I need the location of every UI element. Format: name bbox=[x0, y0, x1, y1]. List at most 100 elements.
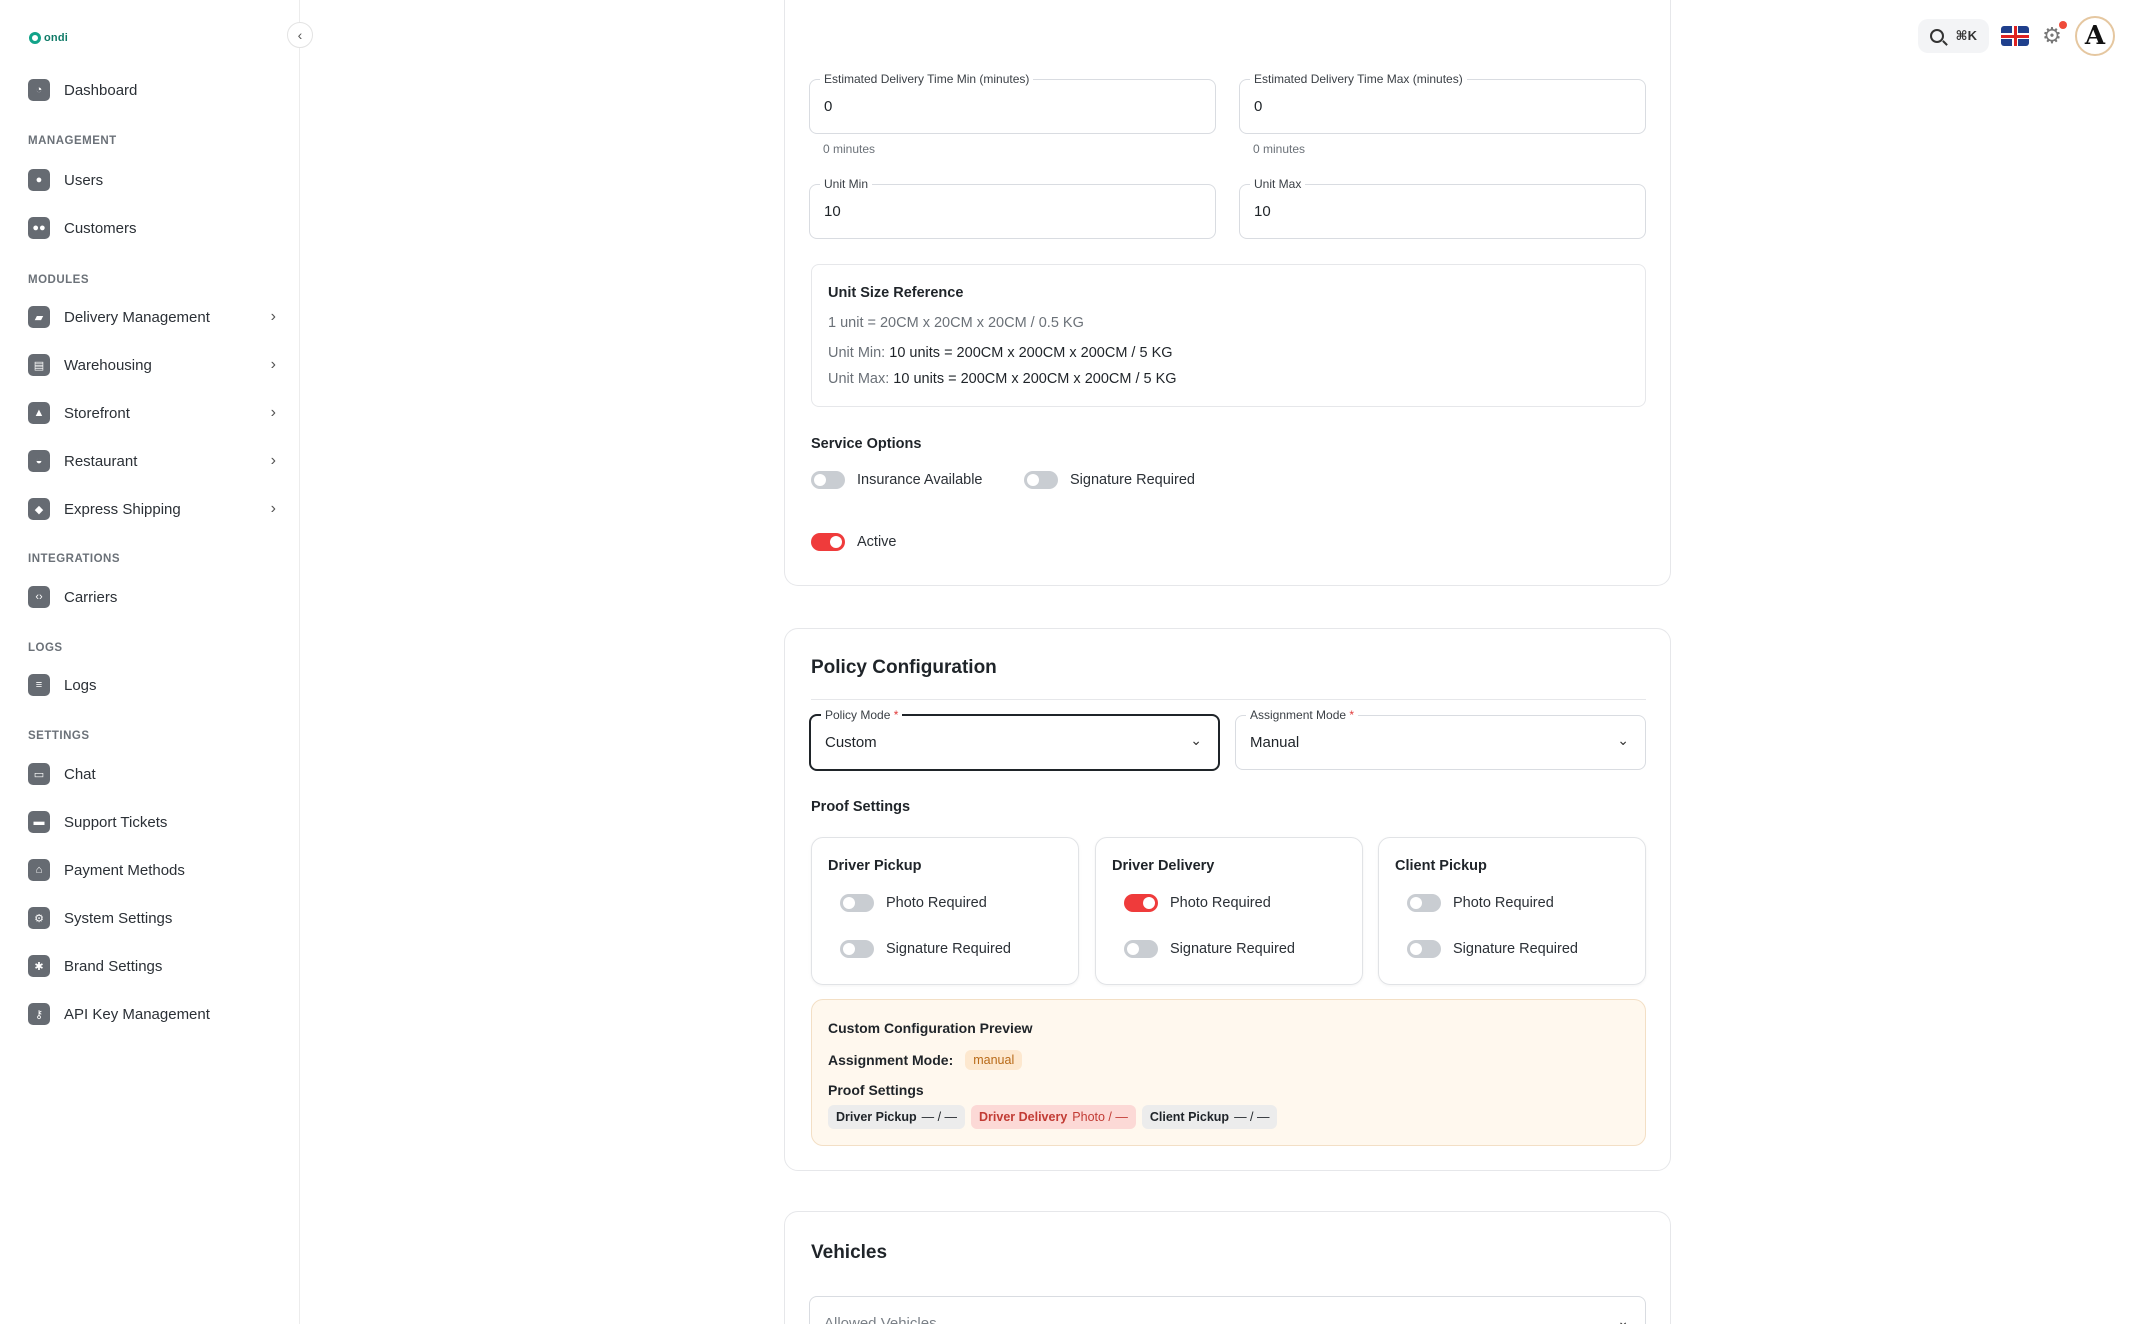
sidebar-item-carriers[interactable]: ‹› Carriers bbox=[28, 581, 278, 613]
photo-toggle-row[interactable]: Photo Required bbox=[1407, 894, 1554, 912]
field-value: Manual bbox=[1250, 734, 1300, 751]
sidebar-item-delivery-management[interactable]: ▰ Delivery Management › bbox=[28, 301, 278, 333]
policy-mode-label: Policy Mode bbox=[825, 708, 891, 722]
chip-driver-pickup: Driver Pickup — / — bbox=[828, 1105, 966, 1129]
field-label: Unit Max bbox=[1250, 177, 1306, 191]
chevron-right-icon: › bbox=[270, 356, 276, 373]
sidebar-item-support-tickets[interactable]: ▬ Support Tickets bbox=[28, 806, 278, 838]
section-management: MANAGEMENT bbox=[28, 135, 117, 147]
proof-settings-title: Proof Settings bbox=[811, 799, 911, 815]
truck-icon: ▰ bbox=[28, 306, 50, 328]
field-label: Estimated Delivery Time Max (minutes) bbox=[1250, 72, 1467, 86]
photo-required-toggle[interactable] bbox=[1407, 894, 1441, 912]
sidebar-item-warehousing[interactable]: ▤ Warehousing › bbox=[28, 349, 278, 381]
active-toggle[interactable] bbox=[811, 533, 845, 551]
uk-flag-icon[interactable] bbox=[2001, 26, 2029, 46]
delivery-min-field[interactable]: Estimated Delivery Time Min (minutes) 0 bbox=[809, 72, 1216, 134]
chevron-right-icon: › bbox=[270, 308, 276, 325]
signature-required-toggle[interactable] bbox=[1124, 940, 1158, 958]
toggle-label: Signature Required bbox=[1070, 472, 1195, 488]
section-modules: MODULES bbox=[28, 274, 89, 286]
signature-toggle-row[interactable]: Signature Required bbox=[1124, 940, 1295, 958]
sidebar-item-label: API Key Management bbox=[64, 1005, 210, 1023]
signature-toggle-row[interactable]: Signature Required bbox=[1024, 471, 1195, 489]
required-mark: * bbox=[893, 708, 899, 722]
insurance-toggle[interactable] bbox=[811, 471, 845, 489]
sidebar-item-payment-methods[interactable]: ⌂ Payment Methods bbox=[28, 854, 278, 886]
toggle-label: Signature Required bbox=[1170, 941, 1295, 957]
reference-min-value: 10 units = 200CM x 200CM x 200CM / 5 KG bbox=[889, 345, 1173, 361]
toggle-label: Photo Required bbox=[1453, 895, 1554, 911]
vehicles-card: Vehicles Allowed Vehicles ⌄ bbox=[784, 1211, 1671, 1324]
sidebar-item-restaurant[interactable]: ◒ Restaurant › bbox=[28, 445, 278, 477]
policy-mode-select[interactable]: Policy Mode * Custom ⌄ bbox=[809, 708, 1220, 771]
chevron-right-icon: › bbox=[270, 452, 276, 469]
chip-value: — / — bbox=[921, 1110, 958, 1124]
search-icon bbox=[1929, 29, 1944, 43]
active-toggle-row[interactable]: Active bbox=[811, 533, 897, 551]
sidebar-item-label: Storefront bbox=[64, 404, 130, 422]
sidebar-item-storefront[interactable]: ▲ Storefront › bbox=[28, 397, 278, 429]
proof-client-pickup: Client Pickup Photo Required Signature R… bbox=[1378, 837, 1646, 985]
sidebar-item-label: Brand Settings bbox=[64, 957, 163, 975]
signature-required-toggle[interactable] bbox=[840, 940, 874, 958]
assignment-mode-select[interactable]: Assignment Mode * Manual ⌄ bbox=[1235, 708, 1646, 770]
field-label: Policy Mode * bbox=[821, 708, 903, 722]
search-button[interactable]: ⌘K bbox=[1917, 19, 1989, 53]
photo-toggle-row[interactable]: Photo Required bbox=[840, 894, 987, 912]
collapse-sidebar-button[interactable]: ‹ bbox=[287, 22, 313, 48]
sidebar-item-label: Payment Methods bbox=[64, 861, 185, 879]
sidebar-item-brand-settings[interactable]: ✱ Brand Settings bbox=[28, 950, 278, 982]
sidebar-item-dashboard[interactable]: ◔ Dashboard bbox=[28, 74, 278, 106]
customers-icon: ●● bbox=[28, 217, 50, 239]
sidebar-item-label: Warehousing bbox=[64, 356, 152, 374]
proof-driver-pickup: Driver Pickup Photo Required Signature R… bbox=[811, 837, 1079, 985]
service-card: Estimated Delivery Time Min (minutes) 0 … bbox=[784, 0, 1671, 586]
chevron-right-icon: › bbox=[270, 404, 276, 421]
allowed-vehicles-select[interactable]: Allowed Vehicles ⌄ bbox=[809, 1296, 1646, 1324]
sidebar-item-chat[interactable]: ▭ Chat bbox=[28, 758, 278, 790]
insurance-toggle-row[interactable]: Insurance Available bbox=[811, 471, 983, 489]
field-placeholder: Allowed Vehicles bbox=[824, 1315, 937, 1324]
chevron-right-icon: › bbox=[270, 500, 276, 517]
photo-toggle-row[interactable]: Photo Required bbox=[1124, 894, 1271, 912]
settings-button[interactable]: ⚙ bbox=[2041, 21, 2067, 48]
sidebar-item-users[interactable]: ● Users bbox=[28, 164, 278, 196]
photo-required-toggle[interactable] bbox=[1124, 894, 1158, 912]
log-search-icon: ≡ bbox=[28, 674, 50, 696]
sidebar: ondi ◔ Dashboard MANAGEMENT ● Users ●● C… bbox=[0, 0, 300, 1324]
chip-name: Driver Pickup bbox=[836, 1110, 917, 1124]
search-shortcut: ⌘K bbox=[1955, 28, 1977, 43]
toggle-label: Photo Required bbox=[886, 895, 987, 911]
toggle-label: Active bbox=[857, 534, 897, 550]
proof-chips: Driver Pickup — / — Driver Delivery Phot… bbox=[828, 1105, 1278, 1129]
vehicles-title: Vehicles bbox=[811, 1242, 888, 1263]
warehouse-icon: ▤ bbox=[28, 354, 50, 376]
signature-toggle[interactable] bbox=[1024, 471, 1058, 489]
reference-max: Unit Max: 10 units = 200CM x 200CM x 200… bbox=[828, 371, 1177, 387]
chip-name: Client Pickup bbox=[1149, 1110, 1230, 1124]
signature-required-toggle[interactable] bbox=[1407, 940, 1441, 958]
signature-toggle-row[interactable]: Signature Required bbox=[1407, 940, 1578, 958]
sidebar-item-api-key-management[interactable]: ⚷ API Key Management bbox=[28, 998, 278, 1030]
photo-required-toggle[interactable] bbox=[840, 894, 874, 912]
status-badge: manual bbox=[965, 1050, 1023, 1070]
chevron-down-icon: ⌄ bbox=[1617, 1313, 1629, 1324]
field-value: 10 bbox=[1254, 203, 1271, 220]
sidebar-item-customers[interactable]: ●● Customers bbox=[28, 212, 278, 244]
unit-min-field[interactable]: Unit Min 10 bbox=[809, 177, 1216, 239]
sidebar-item-logs[interactable]: ≡ Logs bbox=[28, 669, 278, 701]
unit-max-field[interactable]: Unit Max 10 bbox=[1239, 177, 1646, 239]
brand-logo[interactable]: ondi bbox=[29, 32, 68, 44]
avatar[interactable]: A bbox=[2075, 16, 2115, 56]
chip-value: Photo / — bbox=[1072, 1110, 1128, 1124]
sidebar-item-express-shipping[interactable]: ◆ Express Shipping › bbox=[28, 493, 278, 525]
assignment-mode-label: Assignment Mode bbox=[1250, 708, 1347, 722]
signature-toggle-row[interactable]: Signature Required bbox=[840, 940, 1011, 958]
sidebar-item-system-settings[interactable]: ⚙ System Settings bbox=[28, 902, 278, 934]
proof-title: Driver Delivery bbox=[1112, 858, 1215, 874]
field-value: 0 bbox=[1254, 98, 1263, 115]
field-label: Unit Min bbox=[820, 177, 873, 191]
delivery-max-field[interactable]: Estimated Delivery Time Max (minutes) 0 bbox=[1239, 72, 1646, 134]
avatar-initial-icon: A bbox=[2084, 21, 2106, 51]
